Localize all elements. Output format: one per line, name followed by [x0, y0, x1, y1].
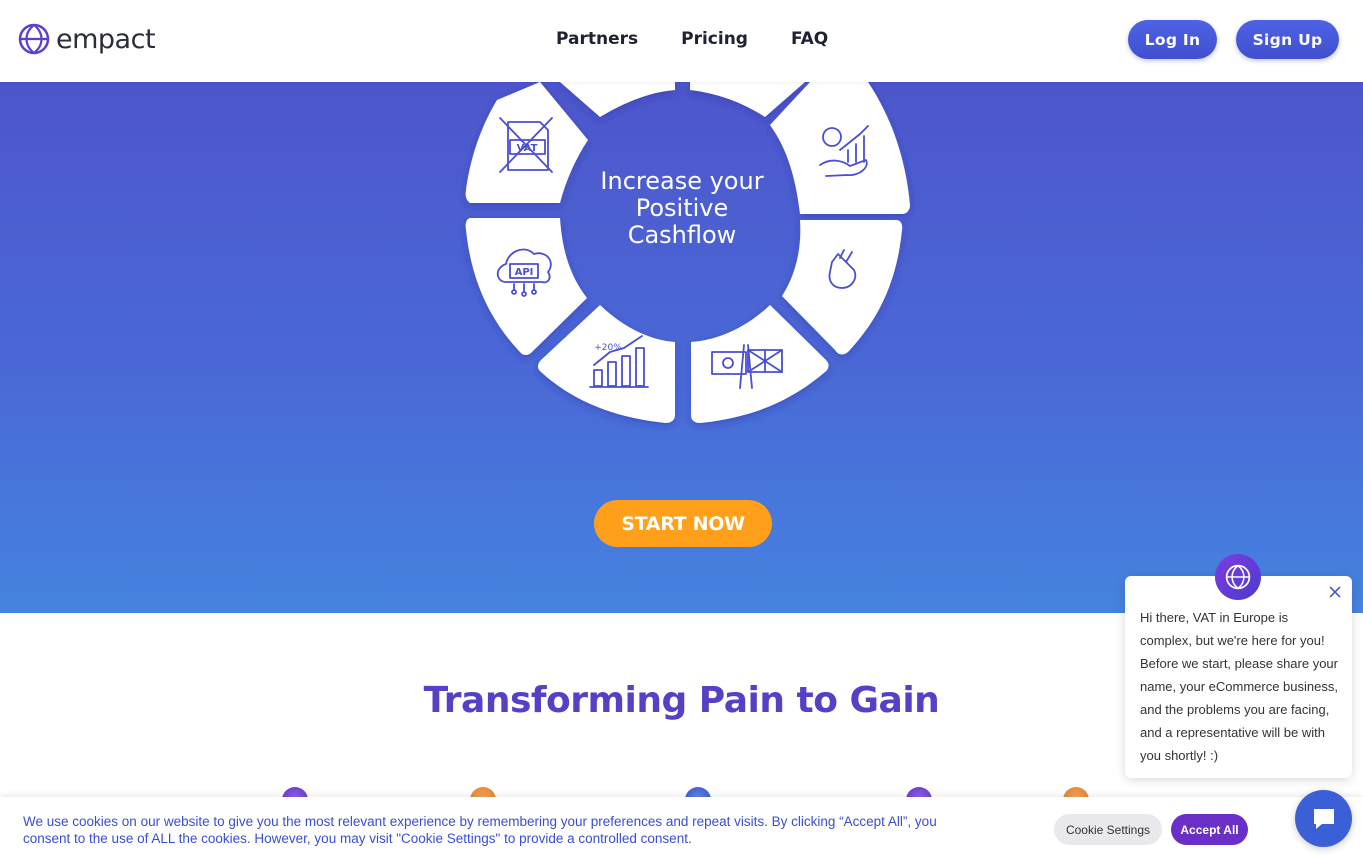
accept-all-button[interactable]: Accept All — [1171, 814, 1248, 845]
close-icon[interactable] — [1326, 584, 1344, 602]
wheel-segment-money — [770, 82, 910, 214]
logo[interactable]: empact — [18, 23, 156, 55]
cookie-text: We use cookies on our website to give yo… — [23, 814, 937, 846]
start-now-button[interactable]: START NOW — [594, 500, 772, 547]
logo-text: empact — [56, 23, 156, 55]
api-badge-text: API — [515, 267, 534, 278]
chat-bubble-icon — [1313, 808, 1334, 829]
nav-partners[interactable]: Partners — [556, 29, 638, 49]
cookie-settings-button[interactable]: Cookie Settings — [1054, 814, 1162, 845]
main-nav: Partners Pricing FAQ — [556, 29, 828, 49]
vat-badge-text: VAT — [517, 143, 538, 154]
login-button[interactable]: Log In — [1128, 20, 1217, 59]
center-line-2: Positive — [635, 194, 729, 222]
center-line-1: Increase your — [600, 167, 764, 195]
globe-logo-icon — [18, 23, 50, 55]
chat-message: Hi there, VAT in Europe is complex, but … — [1140, 610, 1338, 763]
center-line-3: Cashflow — [627, 221, 737, 249]
chat-launcher-button[interactable] — [1295, 790, 1352, 847]
wheel-segment-top-left — [560, 82, 675, 117]
chat-avatar — [1215, 554, 1261, 600]
nav-faq[interactable]: FAQ — [791, 29, 828, 49]
hero-section: VAT API +20% Increase your Positive Cash… — [0, 82, 1363, 613]
wheel-center-text: Increase your Positive Cashflow — [582, 168, 782, 249]
globe-avatar-icon — [1225, 564, 1251, 590]
nav-pricing[interactable]: Pricing — [681, 29, 748, 49]
chart-badge-text: +20% — [594, 343, 622, 353]
chat-popup: Hi there, VAT in Europe is complex, but … — [1125, 576, 1352, 778]
signup-button[interactable]: Sign Up — [1236, 20, 1339, 59]
cookie-banner: We use cookies on our website to give yo… — [0, 797, 1363, 856]
site-header: empact Partners Pricing FAQ Log In Sign … — [0, 0, 1363, 82]
